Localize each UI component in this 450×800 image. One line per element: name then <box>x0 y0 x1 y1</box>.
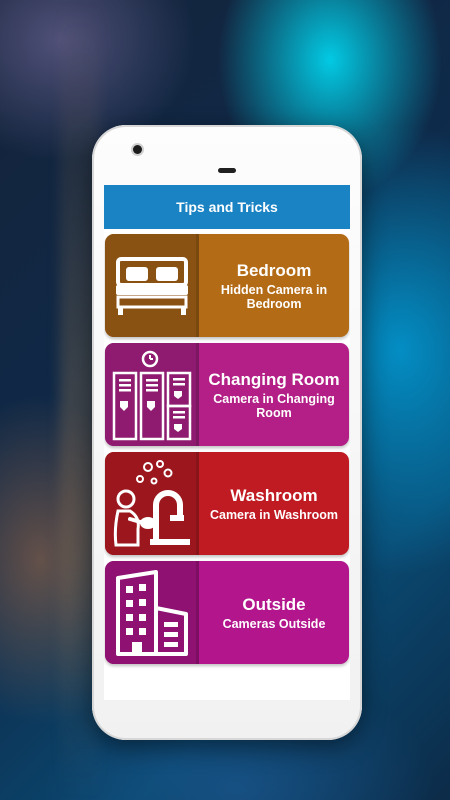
buildings-icon <box>116 569 188 656</box>
bed-icon <box>116 256 188 315</box>
card-title: Bedroom <box>236 260 312 280</box>
card-title: Changing Room <box>208 369 340 389</box>
app-screen: Tips and Tricks Bedroom Hidden Camera in… <box>104 185 350 700</box>
outside-icon-panel <box>105 561 199 664</box>
washing-hands-icon <box>113 459 190 546</box>
washroom-icon-panel <box>105 452 199 555</box>
changing-room-icon-panel <box>105 343 199 446</box>
phone-frame: Tips and Tricks Bedroom Hidden Camera in… <box>92 125 362 740</box>
bedroom-icon-panel <box>105 234 199 337</box>
lockers-icon <box>112 350 192 440</box>
app-bar: Tips and Tricks <box>104 185 350 229</box>
bedroom-card-text: Bedroom Hidden Camera in Bedroom <box>199 234 349 337</box>
card-title: Washroom <box>230 485 318 505</box>
washroom-card-text: Washroom Camera in Washroom <box>199 452 349 555</box>
washroom-card[interactable]: Washroom Camera in Washroom <box>105 452 349 555</box>
card-subtitle: Cameras Outside <box>222 616 326 631</box>
changing-room-card[interactable]: Changing Room Camera in Changing Room <box>105 343 349 446</box>
card-list: Bedroom Hidden Camera in Bedroom Changin… <box>104 229 350 664</box>
card-subtitle: Camera in Changing Room <box>213 391 335 420</box>
outside-card[interactable]: Outside Cameras Outside <box>105 561 349 664</box>
app-bar-title: Tips and Tricks <box>176 199 278 215</box>
bedroom-card[interactable]: Bedroom Hidden Camera in Bedroom <box>105 234 349 337</box>
changing-room-card-text: Changing Room Camera in Changing Room <box>199 343 349 446</box>
phone-speaker <box>218 168 236 173</box>
outside-card-text: Outside Cameras Outside <box>199 561 349 664</box>
card-subtitle: Hidden Camera in Bedroom <box>220 282 328 311</box>
card-title: Outside <box>242 594 306 614</box>
card-subtitle: Camera in Washroom <box>209 507 339 522</box>
phone-camera <box>133 145 142 154</box>
